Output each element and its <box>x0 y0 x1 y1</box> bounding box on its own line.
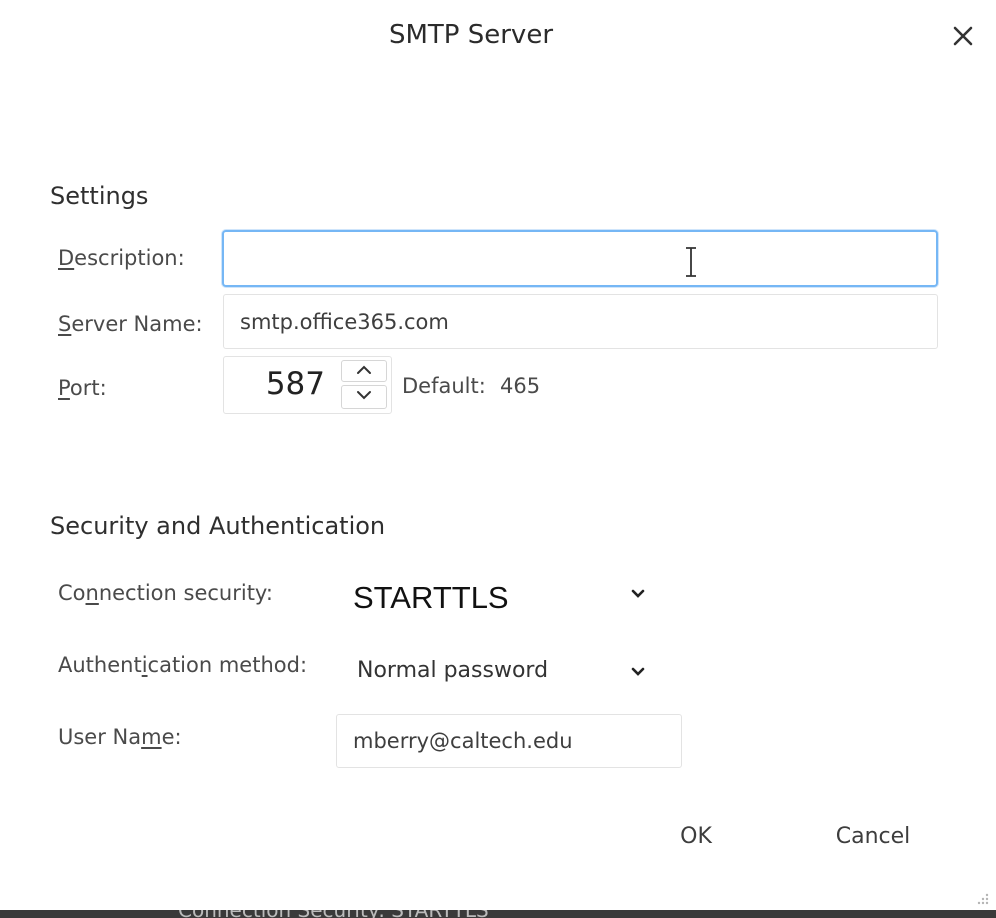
settings-heading: Settings <box>50 182 149 210</box>
chevron-down-icon <box>631 589 645 598</box>
security-heading: Security and Authentication <box>50 512 386 540</box>
port-value[interactable]: 587 <box>223 366 325 402</box>
port-decrement-button[interactable] <box>341 385 387 409</box>
authentication-method-label: Authentication method: <box>58 653 308 677</box>
port-increment-button[interactable] <box>341 360 387 382</box>
authentication-method-select[interactable]: Normal password <box>340 648 660 694</box>
chevron-up-icon <box>357 365 371 374</box>
text-cursor-icon <box>686 247 696 277</box>
chevron-down-icon <box>631 667 645 676</box>
background-window-text: Connection Security: STARTTLS <box>178 910 489 918</box>
chevron-down-icon <box>357 391 371 400</box>
cancel-button[interactable]: Cancel <box>826 818 920 854</box>
port-default-label: Default: <box>402 374 486 398</box>
port-default-value: 465 <box>500 374 541 398</box>
background-window-edge: Connection Security: STARTTLS <box>0 910 996 918</box>
connection-security-value: STARTTLS <box>353 580 509 615</box>
description-input[interactable] <box>222 230 938 287</box>
port-label: Port: <box>58 376 107 400</box>
ok-button[interactable]: OK <box>666 818 726 854</box>
close-icon <box>953 26 973 46</box>
authentication-method-value: Normal password <box>357 658 549 683</box>
server-name-label: Server Name: <box>58 312 203 336</box>
resize-grip-icon[interactable] <box>972 890 990 908</box>
dialog-title: SMTP Server <box>388 20 554 50</box>
user-name-input[interactable] <box>336 714 682 768</box>
close-button[interactable] <box>947 20 979 52</box>
connection-security-select[interactable]: STARTTLS <box>340 575 660 621</box>
connection-security-label: Connection security: <box>58 581 273 605</box>
server-name-input[interactable] <box>223 294 938 349</box>
description-label: Description: <box>58 246 185 270</box>
user-name-label: User Name: <box>58 725 182 749</box>
